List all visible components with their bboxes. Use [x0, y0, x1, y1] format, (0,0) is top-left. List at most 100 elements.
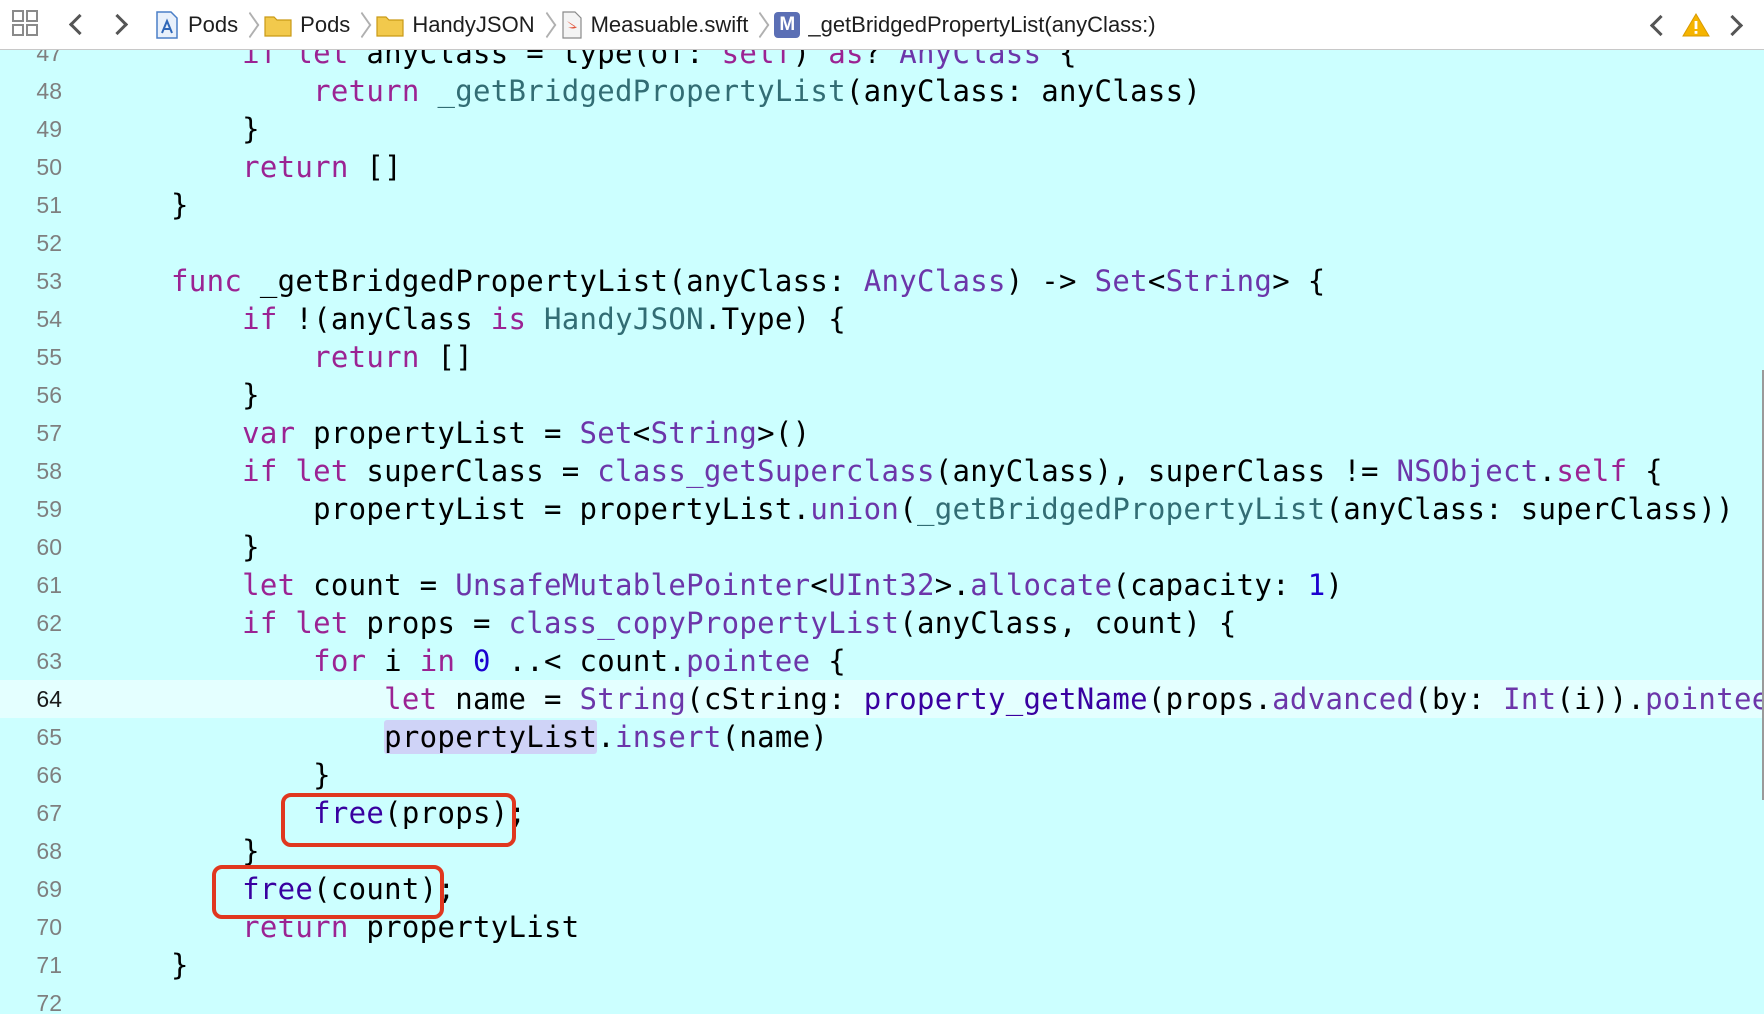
next-issue-chevron-icon[interactable]	[1720, 5, 1750, 45]
code-line[interactable]: 72	[0, 984, 1764, 1014]
breadcrumb-item-handyjson-folder[interactable]: HandyJSON	[376, 0, 535, 50]
code-line[interactable]: 64 let name = String(cString: property_g…	[0, 680, 1764, 718]
line-number[interactable]: 68	[0, 832, 62, 870]
code-line[interactable]: 49 }	[0, 110, 1764, 148]
line-number[interactable]: 69	[0, 870, 62, 908]
method-icon: M	[774, 11, 801, 38]
line-number[interactable]: 47	[0, 50, 62, 72]
breadcrumb-item-pods-folder[interactable]: Pods	[264, 0, 350, 50]
code-line[interactable]: 56 }	[0, 376, 1764, 414]
breadcrumb-separator-icon	[754, 11, 764, 39]
code-token: propertyList =	[295, 416, 580, 450]
line-number[interactable]: 50	[0, 148, 62, 186]
code-text[interactable]: }	[100, 376, 260, 414]
code-text[interactable]: return []	[100, 148, 402, 186]
line-number[interactable]: 55	[0, 338, 62, 376]
line-number[interactable]: 48	[0, 72, 62, 110]
code-text[interactable]: if let superClass = class_getSuperclass(…	[100, 452, 1663, 490]
code-text[interactable]: }	[100, 756, 331, 794]
code-token: class_copyPropertyList	[508, 606, 900, 640]
line-number[interactable]: 57	[0, 414, 62, 452]
code-line[interactable]: 47 if let anyClass = type(of: self) as? …	[0, 50, 1764, 72]
code-line[interactable]: 59 propertyList = propertyList.union(_ge…	[0, 490, 1764, 528]
code-text[interactable]: return []	[100, 338, 473, 376]
code-token: Set	[1094, 264, 1148, 298]
code-text[interactable]: if let props = class_copyPropertyList(an…	[100, 604, 1237, 642]
breadcrumb-item-file[interactable]: Measuable.swift	[561, 0, 748, 50]
folder-icon	[376, 15, 404, 37]
code-text[interactable]: }	[100, 946, 189, 984]
code-line[interactable]: 54 if !(anyClass is HandyJSON.Type) {	[0, 300, 1764, 338]
code-text[interactable]: propertyList = propertyList.union(_getBr…	[100, 490, 1734, 528]
line-number[interactable]: 72	[0, 984, 62, 1014]
code-token: }	[100, 758, 331, 792]
line-number[interactable]: 53	[0, 262, 62, 300]
code-line[interactable]: 67 free(props);	[0, 794, 1764, 832]
code-text[interactable]: }	[100, 110, 260, 148]
code-line[interactable]: 61 let count = UnsafeMutablePointer<UInt…	[0, 566, 1764, 604]
line-number[interactable]: 65	[0, 718, 62, 756]
line-number[interactable]: 49	[0, 110, 62, 148]
line-number[interactable]: 58	[0, 452, 62, 490]
breadcrumb-item-method[interactable]: M _getBridgedPropertyList(anyClass:)	[774, 0, 1156, 50]
code-line[interactable]: 65 propertyList.insert(name)	[0, 718, 1764, 756]
code-line[interactable]: 63 for i in 0 ..< count.pointee {	[0, 642, 1764, 680]
line-number[interactable]: 61	[0, 566, 62, 604]
code-line[interactable]: 53 func _getBridgedPropertyList(anyClass…	[0, 262, 1764, 300]
code-token: UnsafeMutablePointer	[455, 568, 811, 602]
code-line[interactable]: 57 var propertyList = Set<String>()	[0, 414, 1764, 452]
related-items-grid-icon[interactable]	[12, 9, 42, 40]
code-line[interactable]: 62 if let props = class_copyPropertyList…	[0, 604, 1764, 642]
code-line[interactable]: 58 if let superClass = class_getSupercla…	[0, 452, 1764, 490]
code-text[interactable]: propertyList.insert(name)	[100, 718, 828, 756]
code-token: AnyClass	[899, 50, 1042, 70]
previous-issue-chevron-icon[interactable]	[1642, 5, 1672, 45]
code-text[interactable]: if let anyClass = type(of: self) as? Any…	[100, 50, 1077, 72]
line-number[interactable]: 64	[0, 680, 62, 718]
code-text[interactable]: let count = UnsafeMutablePointer<UInt32>…	[100, 566, 1343, 604]
warning-icon[interactable]	[1682, 12, 1710, 38]
breadcrumb-label: Pods	[188, 11, 239, 37]
folder-icon	[264, 15, 292, 37]
swift-file-icon	[561, 10, 582, 39]
code-text[interactable]: for i in 0 ..< count.pointee {	[100, 642, 846, 680]
code-token: advanced	[1272, 682, 1415, 716]
line-number[interactable]: 63	[0, 642, 62, 680]
code-text[interactable]: }	[100, 528, 260, 566]
line-number[interactable]: 51	[0, 186, 62, 224]
code-line[interactable]: 48 return _getBridgedPropertyList(anyCla…	[0, 72, 1764, 110]
line-number[interactable]: 56	[0, 376, 62, 414]
code-line[interactable]: 71 }	[0, 946, 1764, 984]
breadcrumb-item-project[interactable]: Pods	[154, 0, 238, 50]
line-number[interactable]: 54	[0, 300, 62, 338]
code-text[interactable]: }	[100, 186, 189, 224]
back-chevron-icon[interactable]	[56, 5, 96, 45]
line-number[interactable]: 67	[0, 794, 62, 832]
code-text[interactable]: if !(anyClass is HandyJSON.Type) {	[100, 300, 846, 338]
code-line[interactable]: 66 }	[0, 756, 1764, 794]
code-text[interactable]: return _getBridgedPropertyList(anyClass:…	[100, 72, 1201, 110]
code-line[interactable]: 51 }	[0, 186, 1764, 224]
code-text[interactable]: func _getBridgedPropertyList(anyClass: A…	[100, 262, 1325, 300]
code-token: name =	[437, 682, 580, 716]
code-line[interactable]: 50 return []	[0, 148, 1764, 186]
code-text[interactable]: var propertyList = Set<String>()	[100, 414, 810, 452]
line-number[interactable]: 71	[0, 946, 62, 984]
line-number[interactable]: 52	[0, 224, 62, 262]
code-token: class_getSuperclass	[597, 454, 935, 488]
line-number[interactable]: 59	[0, 490, 62, 528]
forward-chevron-icon[interactable]	[100, 5, 140, 45]
code-line[interactable]: 52	[0, 224, 1764, 262]
code-line[interactable]: 55 return []	[0, 338, 1764, 376]
code-text[interactable]: let name = String(cString: property_getN…	[100, 680, 1764, 718]
line-number[interactable]: 70	[0, 908, 62, 946]
code-token: !(anyClass	[277, 302, 491, 336]
line-number[interactable]: 66	[0, 756, 62, 794]
line-number[interactable]: 62	[0, 604, 62, 642]
code-line[interactable]: 60 }	[0, 528, 1764, 566]
line-number[interactable]: 60	[0, 528, 62, 566]
